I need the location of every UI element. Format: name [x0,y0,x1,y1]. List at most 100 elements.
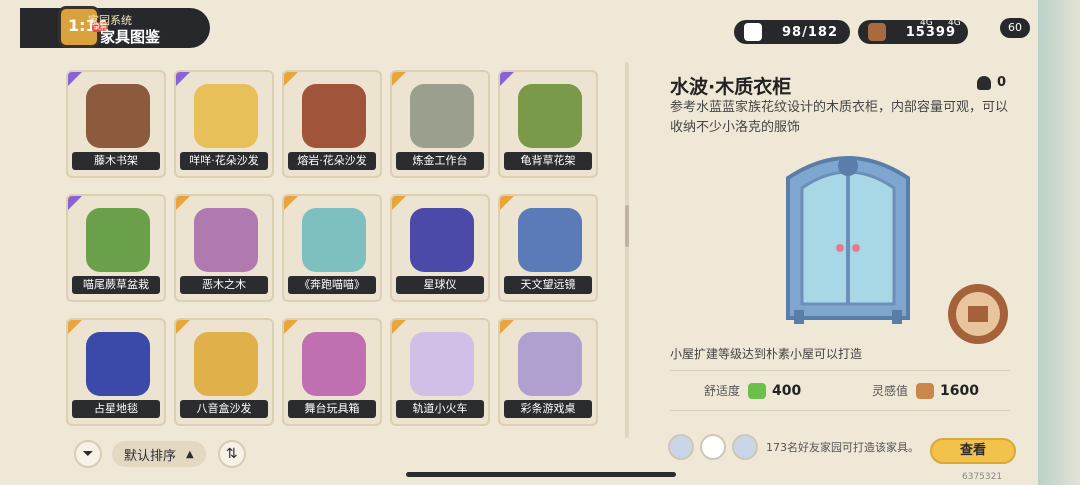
furniture-grid: 藤木书架 咩咩·花朵沙发 熔岩·花朵沙发 炼金工作台 龟背草花架喵尾蕨草盆栽 恶木之木 《奔… [66,70,626,426]
furniture-card[interactable]: 八音盒沙发 [174,318,274,426]
rarity-corner-icon [176,72,190,86]
rarity-corner-icon [68,196,82,210]
furniture-card[interactable]: 占星地毯 [66,318,166,426]
owned-value: 0 [996,75,1006,90]
furniture-card[interactable]: 轨道小火车 [390,318,490,426]
friends-text: 173名好友家园可打造该家具。 [766,441,919,454]
home-indicator[interactable] [406,472,676,477]
filter-icon: ⏷ [82,446,94,462]
divider [670,370,1010,371]
furniture-label: 占星地毯 [72,400,160,418]
comfort-value: 400 [772,382,802,399]
inspiration-value: 1600 [940,382,979,399]
treasure-chest-icon [868,23,886,41]
furniture-label: 轨道小火车 [396,400,484,418]
furniture-label: 八音盒沙发 [180,400,268,418]
comfort-label: 舒适度 [704,384,741,398]
furniture-label: 喵尾蕨草盆栽 [72,276,160,294]
furniture-label: 藤木书架 [72,152,160,170]
scrollbar-thumb[interactable] [625,205,629,247]
avatar[interactable] [700,434,726,460]
divider [670,410,1010,411]
furniture-icon [744,23,762,41]
comfort-stat: 舒适度 400 [704,382,801,399]
inspiration-stat: 灵感值 1600 [872,382,979,399]
rarity-corner-icon [392,196,406,210]
furniture-image [86,208,150,272]
user-id: 6375321 [962,472,1003,482]
detail-panel: 水波·木质衣柜 0 参考水蓝蓝家族花纹设计的木质衣柜，内部容量可观，可以收纳不少… [650,60,1030,482]
avatar[interactable] [732,434,758,460]
owned-icon [976,75,991,90]
furniture-image [518,208,582,272]
furniture-label: 熔岩·花朵沙发 [288,152,376,170]
rarity-corner-icon [284,196,298,210]
furniture-image [194,332,258,396]
furniture-image [86,332,150,396]
triangle-up-icon: ▲ [186,448,194,460]
wardrobe-image [786,156,910,324]
item-title: 水波·木质衣柜 [670,76,792,98]
furniture-image [302,332,366,396]
sort-arrows-icon: ⇅ [225,446,238,462]
furniture-image [410,84,474,148]
inspiration-icon [916,382,935,399]
rarity-corner-icon [68,320,82,334]
furniture-image [518,332,582,396]
top-bar: 1:14 录屏 家园系统 家具图鉴 98/182 15399 4G 4G 60 [0,0,1080,58]
inspiration-label: 灵感值 [872,384,909,398]
rarity-corner-icon [68,72,82,86]
sort-label: 默认排序 [124,448,177,464]
furniture-label: 星球仪 [396,276,484,294]
furniture-card[interactable]: 咩咩·花朵沙发 [174,70,274,178]
filter-button[interactable]: ⏷ [74,440,102,468]
view-button[interactable]: 查看 [930,438,1016,464]
furniture-card[interactable]: 舞台玩具箱 [282,318,382,426]
network-icon: 4G [920,18,933,28]
furniture-card[interactable]: 恶木之木 [174,194,274,302]
rarity-corner-icon [500,72,514,86]
sort-order-button[interactable]: ⇅ [217,440,246,468]
rarity-corner-icon [176,196,190,210]
collection-counter: 98/182 [734,20,850,44]
furniture-image [410,332,474,396]
rarity-corner-icon [176,320,190,334]
battery-icon: 60 [1000,18,1030,38]
scrollbar-track[interactable] [625,62,629,438]
comfort-icon [748,382,767,399]
furniture-label: 咩咩·花朵沙发 [180,152,268,170]
furniture-label: 天文望远镜 [504,276,592,294]
avatar[interactable] [668,434,694,460]
furniture-card[interactable]: 熔岩·花朵沙发 [282,70,382,178]
sort-dropdown[interactable]: 默认排序 ▲ [112,441,206,467]
furniture-label: 恶木之木 [180,276,268,294]
background-scenery [1038,0,1080,485]
furniture-image [302,84,366,148]
furniture-card[interactable]: 天文望远镜 [498,194,598,302]
furniture-card[interactable]: 星球仪 [390,194,490,302]
furniture-image [410,208,474,272]
furniture-image [518,84,582,148]
furniture-card[interactable]: 藤木书架 [66,70,166,178]
furniture-card[interactable]: 《奔跑喵喵》 [282,194,382,302]
rarity-corner-icon [500,320,514,334]
furniture-label: 舞台玩具箱 [288,400,376,418]
collection-count: 98/182 [782,24,838,40]
furniture-label: 《奔跑喵喵》 [288,276,376,294]
rarity-corner-icon [392,320,406,334]
furniture-badge-icon [948,284,1008,344]
furniture-label: 炼金工作台 [396,152,484,170]
friends-row: 173名好友家园可打造该家具。 [668,434,919,460]
furniture-card[interactable]: 龟背草花架 [498,70,598,178]
furniture-card[interactable]: 彩条游戏桌 [498,318,598,426]
rarity-corner-icon [284,72,298,86]
page-title: 家具图鉴 [100,28,161,46]
unlock-requirement: 小屋扩建等级达到朴素小屋可以打造 [670,347,863,361]
furniture-card[interactable]: 炼金工作台 [390,70,490,178]
furniture-card[interactable]: 喵尾蕨草盆栽 [66,194,166,302]
rarity-corner-icon [284,320,298,334]
catalog-controls: ⏷ 默认排序 ▲ ⇅ [74,440,246,468]
rarity-corner-icon [500,196,514,210]
item-description: 参考水蓝蓝家族花纹设计的木质衣柜，内部容量可观，可以收纳不少小洛克的服饰 [670,100,1009,135]
furniture-image [194,208,258,272]
